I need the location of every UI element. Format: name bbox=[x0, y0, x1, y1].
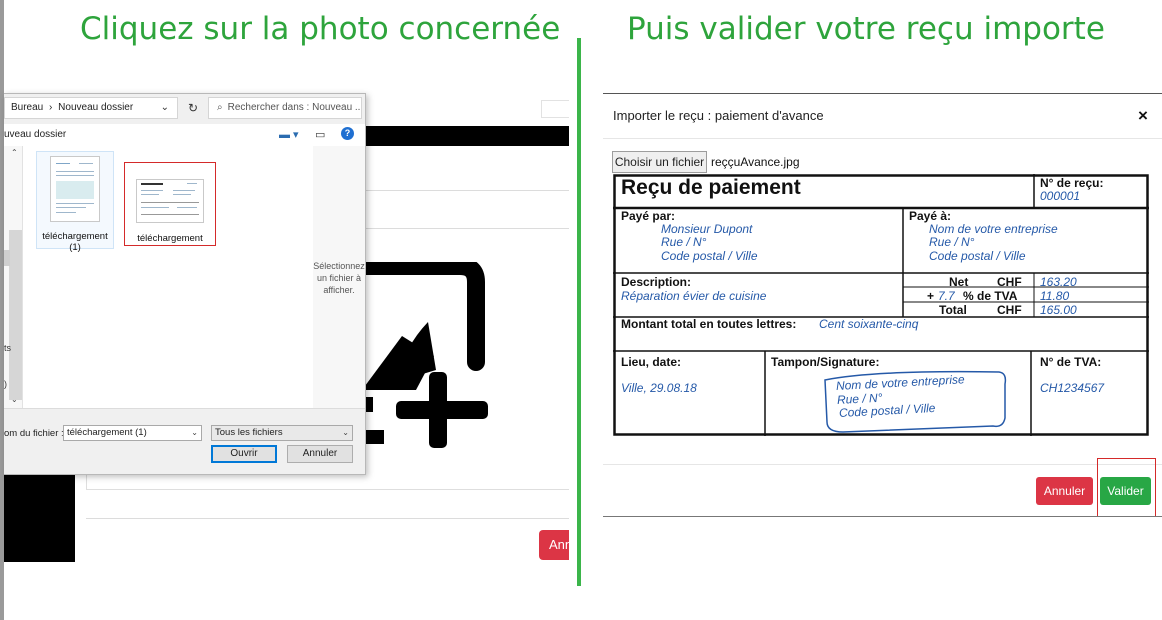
description-value: Réparation évier de cuisine bbox=[621, 289, 767, 303]
file-thumbnail bbox=[50, 156, 100, 222]
chevron-down-icon[interactable]: ⌄ bbox=[191, 426, 198, 440]
paid-by-line: Monsieur Dupont bbox=[661, 222, 753, 236]
scroll-down-icon[interactable]: ⌄ bbox=[11, 395, 18, 404]
net-value: 163.20 bbox=[1040, 275, 1077, 289]
filename-value: téléchargement (1) bbox=[67, 427, 147, 438]
view-options-icon[interactable]: ▬ ▾ bbox=[279, 128, 299, 141]
preview-pane: Sélectionnez un fichier à afficher. bbox=[313, 146, 365, 408]
paid-by-line: Code postal / Ville bbox=[661, 249, 758, 263]
open-button[interactable]: Ouvrir bbox=[211, 445, 277, 463]
vat-number-label: N° de TVA: bbox=[1040, 355, 1102, 369]
file-name-suffix: (1) bbox=[69, 242, 81, 253]
breadcrumb-bureau[interactable]: Bureau bbox=[11, 102, 43, 113]
chevron-down-icon[interactable]: ⌄ bbox=[161, 98, 169, 118]
search-input[interactable]: ⌕ Rechercher dans : Nouveau ... bbox=[208, 97, 362, 119]
file-name: téléchargement bbox=[137, 233, 203, 244]
paid-to-line: Code postal / Ville bbox=[929, 249, 1026, 263]
preview-text-line: un fichier à bbox=[316, 273, 362, 283]
bg-sidebar bbox=[4, 470, 75, 562]
nav-item-fragment[interactable]: ts bbox=[4, 343, 11, 353]
vat-label: % de TVA bbox=[963, 289, 1018, 303]
stamp-label: Tampon/Signature: bbox=[771, 355, 880, 369]
bg-cancel-button[interactable]: Ann bbox=[539, 530, 569, 560]
currency-label: CHF bbox=[997, 303, 1022, 317]
bg-field-divider bbox=[365, 190, 569, 191]
chevron-right-icon: › bbox=[49, 102, 53, 113]
search-placeholder: Rechercher dans : Nouveau ... bbox=[227, 102, 362, 113]
paid-to-line: Nom de votre entreprise bbox=[929, 222, 1058, 236]
paid-to-label: Payé à: bbox=[909, 209, 952, 223]
preview-pane-icon[interactable]: ▭ bbox=[315, 128, 325, 141]
vat-number-value: CH1234567 bbox=[1040, 381, 1105, 395]
vat-rate: 7.7 bbox=[938, 289, 955, 303]
file-name: téléchargement bbox=[42, 231, 108, 242]
chosen-file-name: reççuAvance.jpg bbox=[711, 155, 800, 169]
scroll-up-icon[interactable]: ⌃ bbox=[11, 148, 18, 157]
net-label: Net bbox=[949, 275, 969, 289]
modal-bottom-border bbox=[603, 516, 1162, 517]
file-thumbnail bbox=[136, 179, 204, 223]
description-label: Description: bbox=[621, 275, 692, 289]
modal-header-divider bbox=[603, 138, 1162, 139]
filetype-select[interactable]: Tous les fichiers ⌄ bbox=[211, 425, 353, 441]
receipt-number-label: N° de reçu: bbox=[1040, 176, 1104, 190]
modal-footer-divider bbox=[603, 464, 1162, 465]
vat-prefix: + bbox=[927, 289, 935, 303]
new-folder-button[interactable]: uveau dossier bbox=[4, 129, 66, 140]
bg-field-divider bbox=[365, 228, 569, 229]
file-item-telechargement[interactable]: téléchargement bbox=[124, 162, 216, 246]
address-bar[interactable]: Bureau › Nouveau dossier ⌄ bbox=[4, 97, 178, 119]
bg-navbar bbox=[365, 126, 569, 146]
file-item-telechargement-1[interactable]: téléchargement (1) bbox=[36, 151, 114, 253]
receipt-preview-image: Reçu de paiement N° de reçu: 000001 Payé… bbox=[613, 174, 1149, 436]
amount-words-value: Cent soixante-cinq bbox=[819, 317, 919, 331]
modal-top-border bbox=[603, 93, 1162, 94]
nav-scrollbar[interactable] bbox=[9, 230, 22, 400]
paid-by-line: Rue / N° bbox=[661, 235, 707, 249]
green-divider bbox=[577, 38, 581, 586]
cancel-button[interactable]: Annuler bbox=[287, 445, 353, 463]
receipt-number-value: 000001 bbox=[1040, 189, 1081, 203]
nav-item-selected[interactable] bbox=[4, 250, 10, 266]
refresh-icon[interactable]: ↻ bbox=[182, 97, 204, 119]
total-value: 165.00 bbox=[1040, 303, 1077, 317]
bg-footer-divider bbox=[86, 518, 569, 519]
paid-by-label: Payé par: bbox=[621, 209, 676, 223]
currency-label: CHF bbox=[997, 275, 1022, 289]
amount-words-label: Montant total en toutes lettres: bbox=[621, 317, 797, 331]
instruction-heading-left: Cliquez sur la photo concernée bbox=[80, 11, 561, 47]
modal-title: Importer le reçu : paiement d'avance bbox=[613, 108, 824, 123]
close-icon[interactable]: × bbox=[1138, 106, 1148, 126]
vat-value: 11.80 bbox=[1040, 289, 1070, 303]
filename-label: om du fichier : bbox=[4, 428, 64, 439]
dialog-footer bbox=[4, 408, 365, 474]
preview-text-line: afficher. bbox=[323, 285, 355, 295]
place-date-label: Lieu, date: bbox=[621, 355, 682, 369]
total-label: Total bbox=[939, 303, 967, 317]
add-image-icon[interactable] bbox=[355, 257, 496, 452]
paid-to-line: Rue / N° bbox=[929, 235, 975, 249]
chevron-down-icon: ⌄ bbox=[342, 428, 349, 437]
search-icon: ⌕ bbox=[217, 102, 223, 113]
receipt-title: Reçu de paiement bbox=[621, 176, 801, 199]
preview-text-line: Sélectionnez bbox=[313, 261, 365, 271]
help-icon[interactable]: ? bbox=[341, 127, 354, 140]
breadcrumb-nouveau-dossier[interactable]: Nouveau dossier bbox=[58, 102, 133, 113]
filetype-value: Tous les fichiers bbox=[215, 427, 283, 438]
choose-file-button[interactable]: Choisir un fichier bbox=[612, 151, 707, 173]
filename-input[interactable]: téléchargement (1) ⌄ bbox=[63, 425, 202, 441]
bg-page-header bbox=[365, 93, 569, 126]
nav-item-fragment[interactable]: ) bbox=[4, 379, 7, 389]
place-date-value: Ville, 29.08.18 bbox=[621, 381, 697, 395]
cancel-button[interactable]: Annuler bbox=[1036, 477, 1093, 505]
validate-button[interactable]: Valider bbox=[1100, 477, 1151, 505]
instruction-heading-right: Puis valider votre reçu importe bbox=[627, 11, 1105, 47]
